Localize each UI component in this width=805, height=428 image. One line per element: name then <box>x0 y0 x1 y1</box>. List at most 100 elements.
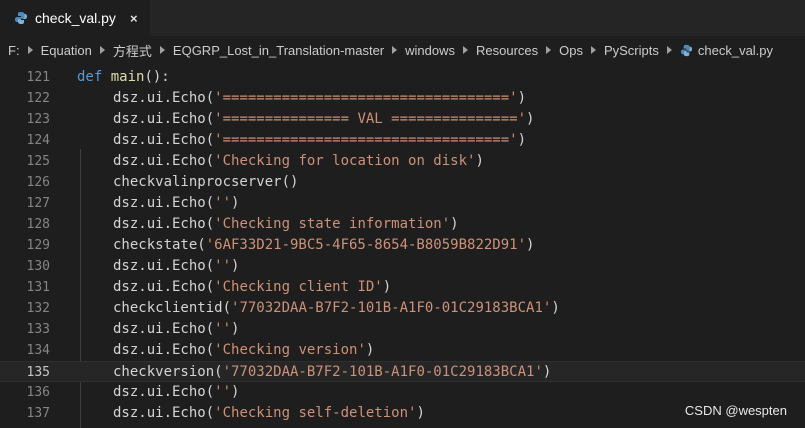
punctuation: ) <box>450 216 459 232</box>
code-text: def main(): <box>77 67 170 88</box>
line-number: 128 <box>26 217 50 232</box>
code-line[interactable]: 129 checkstate('6AF33D21-9BC5-4F65-8654-… <box>0 235 805 256</box>
breadcrumb-item-windows[interactable]: windows <box>405 43 455 58</box>
call: dsz.ui.Echo( <box>113 132 215 148</box>
line-number: 121 <box>26 70 50 85</box>
breadcrumb-item-resources[interactable]: Resources <box>476 43 538 58</box>
call: dsz.ui.Echo( <box>113 153 215 169</box>
code-text: dsz.ui.Echo('') <box>113 193 239 214</box>
punctuation: ) <box>551 300 560 316</box>
line-number: 137 <box>26 406 50 421</box>
code-text: checkversion('77032DAA-B7F2-101B-A1F0-01… <box>113 362 551 383</box>
line-number: 134 <box>26 343 50 358</box>
punctuation: ) <box>526 111 535 127</box>
python-icon <box>15 12 27 24</box>
code-line[interactable]: 130 dsz.ui.Echo('') <box>0 256 805 277</box>
chevron-right-icon <box>590 46 596 54</box>
line-number: 135 <box>26 365 50 380</box>
code-text: dsz.ui.Echo('Checking client ID') <box>113 277 391 298</box>
string-literal: '' <box>214 195 232 211</box>
chevron-right-icon <box>159 46 165 54</box>
code-text: dsz.ui.Echo('=============== VAL =======… <box>113 109 534 130</box>
code-line[interactable]: 128 dsz.ui.Echo('Checking state informat… <box>0 214 805 235</box>
breadcrumb-item-eqgrp[interactable]: EQGRP_Lost_in_Translation-master <box>173 43 384 58</box>
call: checkvalinprocserver() <box>113 174 299 190</box>
code-text: checkvalinprocserver() <box>113 172 298 193</box>
punctuation: ) <box>231 384 240 400</box>
code-line[interactable]: 133 dsz.ui.Echo('') <box>0 319 805 340</box>
string-literal: '' <box>214 321 232 337</box>
function-name: main <box>110 69 145 85</box>
code-text: dsz.ui.Echo('Checking version') <box>113 340 374 361</box>
code-editor[interactable]: 121 def main(): 122 dsz.ui.Echo('=======… <box>0 64 805 428</box>
code-line[interactable]: 121 def main(): <box>0 67 805 88</box>
editor-tab[interactable]: check_val.py × <box>0 0 150 36</box>
code-line[interactable]: 124 dsz.ui.Echo('=======================… <box>0 130 805 151</box>
code-line[interactable]: 127 dsz.ui.Echo('') <box>0 193 805 214</box>
punctuation: ) <box>475 153 484 169</box>
punctuation: ) <box>231 258 240 274</box>
code-line[interactable]: 136 dsz.ui.Echo('') <box>0 382 805 403</box>
code-line[interactable]: 134 dsz.ui.Echo('Checking version') <box>0 340 805 361</box>
chevron-right-icon <box>666 46 672 54</box>
chevron-right-icon <box>546 46 552 54</box>
chevron-right-icon <box>462 46 468 54</box>
line-number: 136 <box>26 385 50 400</box>
string-literal: 'Checking self-deletion' <box>214 405 417 421</box>
line-number: 125 <box>26 154 50 169</box>
code-line[interactable]: 122 dsz.ui.Echo('=======================… <box>0 88 805 109</box>
python-icon <box>680 44 692 56</box>
current-code-line[interactable]: 135 checkversion('77032DAA-B7F2-101B-A1F… <box>0 361 805 382</box>
breadcrumb-item-ops[interactable]: Ops <box>559 43 583 58</box>
string-literal: '=============== VAL ===============' <box>214 111 527 127</box>
code-line[interactable]: 123 dsz.ui.Echo('=============== VAL ===… <box>0 109 805 130</box>
call: dsz.ui.Echo( <box>113 342 215 358</box>
code-text: dsz.ui.Echo('===========================… <box>113 130 526 151</box>
string-literal: '6AF33D21-9BC5-4F65-8654-B8059B822D91' <box>205 237 527 253</box>
string-literal: '' <box>214 258 232 274</box>
punctuation: (): <box>144 69 170 85</box>
punctuation: ) <box>526 237 535 253</box>
breadcrumb: F: Equation 方程式 EQGRP_Lost_in_Translatio… <box>0 36 805 64</box>
close-icon[interactable]: × <box>130 11 138 26</box>
call: dsz.ui.Echo( <box>113 90 215 106</box>
call: checkversion( <box>113 364 223 380</box>
string-literal: 'Checking version' <box>214 342 366 358</box>
call: dsz.ui.Echo( <box>113 258 215 274</box>
keyword: def <box>77 69 103 85</box>
code-text: checkstate('6AF33D21-9BC5-4F65-8654-B805… <box>113 235 534 256</box>
punctuation: ) <box>231 321 240 337</box>
code-text: checkclientid('77032DAA-B7F2-101B-A1F0-0… <box>113 298 560 319</box>
line-number: 126 <box>26 175 50 190</box>
code-line[interactable]: 132 checkclientid('77032DAA-B7F2-101B-A1… <box>0 298 805 319</box>
string-literal: '' <box>214 384 232 400</box>
tab-filename: check_val.py <box>35 10 116 26</box>
punctuation: ) <box>365 342 375 358</box>
call: dsz.ui.Echo( <box>113 195 215 211</box>
breadcrumb-item-chinese-folder[interactable]: 方程式 <box>113 41 152 60</box>
call: dsz.ui.Echo( <box>113 216 215 232</box>
chevron-right-icon <box>99 46 105 54</box>
code-text: dsz.ui.Echo('Checking for location on di… <box>113 151 484 172</box>
code-line[interactable]: 131 dsz.ui.Echo('Checking client ID') <box>0 277 805 298</box>
code-line[interactable]: 126 checkvalinprocserver() <box>0 172 805 193</box>
call: dsz.ui.Echo( <box>113 111 215 127</box>
code-line[interactable]: 125 dsz.ui.Echo('Checking for location o… <box>0 151 805 172</box>
breadcrumb-item-drive[interactable]: F: <box>8 43 20 58</box>
line-number: 132 <box>26 301 50 316</box>
line-number: 122 <box>26 91 50 106</box>
punctuation: ) <box>416 405 425 421</box>
line-number: 131 <box>26 280 50 295</box>
line-number: 124 <box>26 133 50 148</box>
breadcrumb-item-equation[interactable]: Equation <box>41 43 92 58</box>
chevron-right-icon <box>392 46 398 54</box>
call: dsz.ui.Echo( <box>113 321 215 337</box>
string-literal: 'Checking state information' <box>214 216 451 232</box>
line-number: 123 <box>26 112 50 127</box>
line-number: 129 <box>26 238 50 253</box>
breadcrumb-item-file[interactable]: check_val.py <box>698 43 773 58</box>
punctuation: ) <box>231 195 240 211</box>
watermark: CSDN @wespten <box>684 403 787 418</box>
breadcrumb-item-pyscripts[interactable]: PyScripts <box>604 43 659 58</box>
code-text: dsz.ui.Echo('') <box>113 256 239 277</box>
